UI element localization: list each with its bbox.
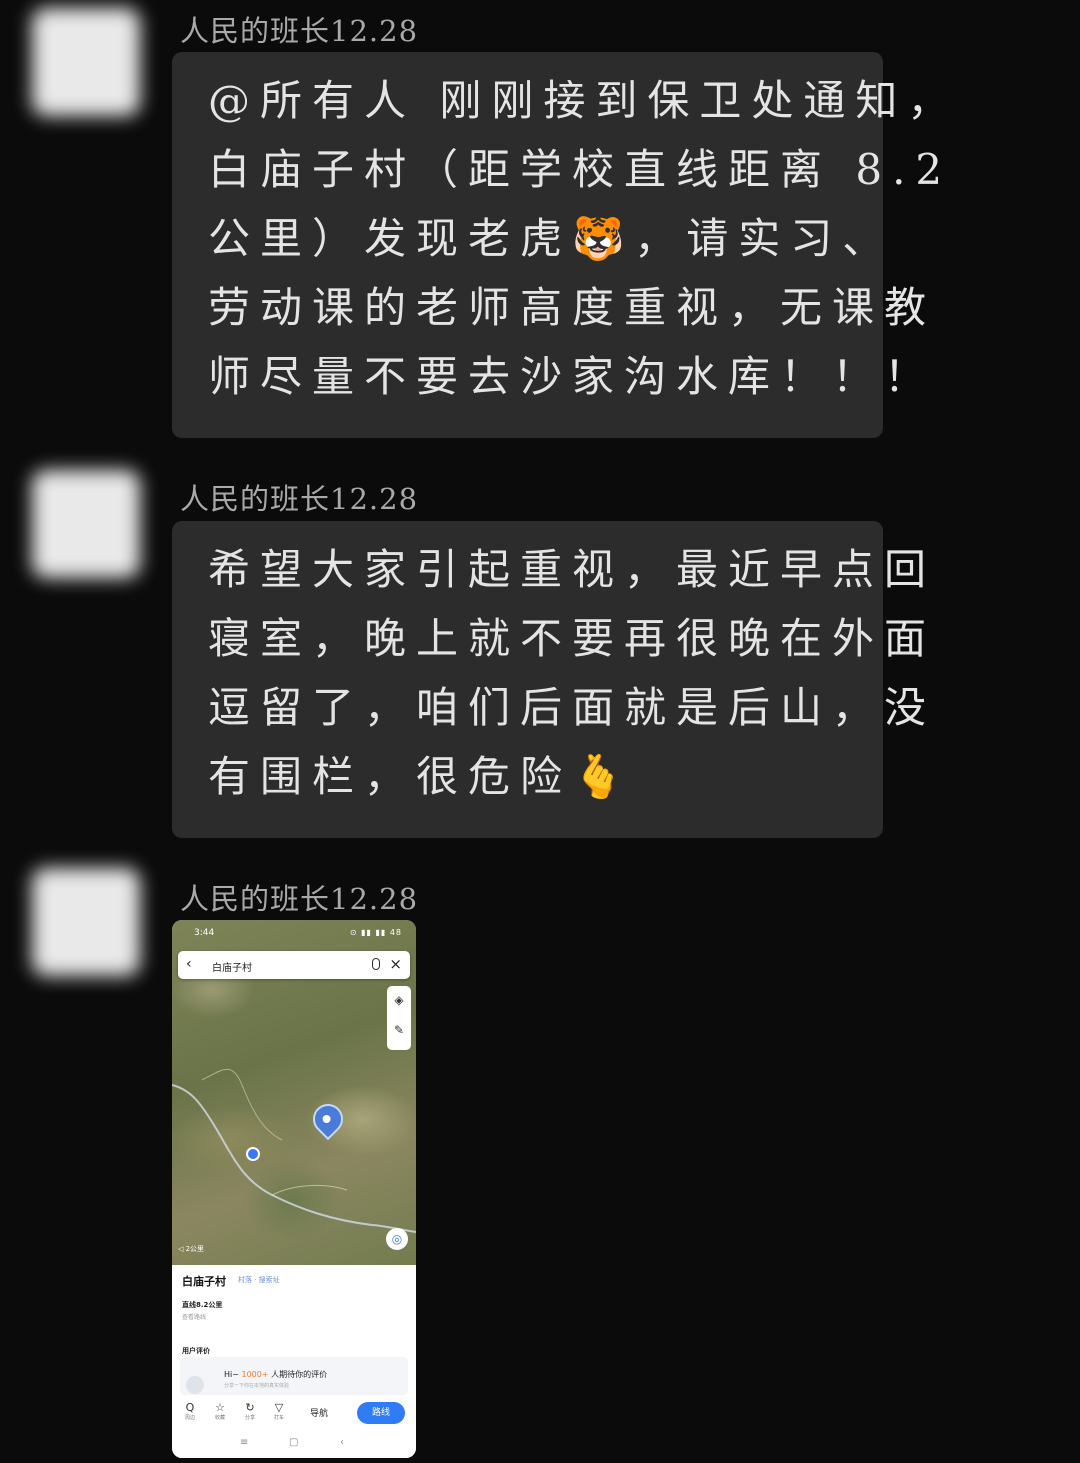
nearby-button[interactable]: Q 周边 xyxy=(178,1401,202,1421)
taxi-icon: ▽ xyxy=(274,1401,284,1414)
favorite-button[interactable]: ☆ 收藏 xyxy=(208,1401,232,1421)
share-icon: ↻ xyxy=(245,1401,255,1414)
star-icon: ☆ xyxy=(215,1401,225,1414)
message-line: 希望大家引起重视，最近早点回 xyxy=(208,545,937,594)
action-label: 周边 xyxy=(184,1415,195,1421)
message-line: 师尽量不要去沙家沟水库！！！ xyxy=(208,352,937,401)
place-tags: 村落 · 搜索址 xyxy=(238,1276,280,1284)
layers-icon[interactable]: ◈ xyxy=(387,986,411,1016)
taxi-button[interactable]: ▽ 打车 xyxy=(267,1401,291,1421)
system-nav-bar: ≡ ▢ ‹ xyxy=(172,1437,416,1453)
menu-icon[interactable]: ≡ xyxy=(240,1437,248,1448)
message-line: @所有人 刚刚接到保卫处通知， xyxy=(208,76,960,125)
back-icon[interactable]: ‹ xyxy=(340,1437,344,1448)
map-scale: ◁ 2公里 xyxy=(178,1245,205,1253)
sender-name: 人民的班长12.28 xyxy=(180,482,419,516)
action-label: 打车 xyxy=(273,1415,284,1421)
navigate-button[interactable]: 导航 xyxy=(310,1406,328,1419)
search-icon: Q xyxy=(185,1401,195,1414)
edit-icon[interactable]: ✎ xyxy=(387,1016,411,1046)
action-label: 分享 xyxy=(244,1415,255,1421)
review-prompt-count: 1000+ xyxy=(241,1370,269,1379)
place-info-panel: 白庙子村 村落 · 搜索址 直线8.2公里 查看路线 用户评价 Hi~ 1000… xyxy=(172,1265,416,1458)
sender-name: 人民的班长12.28 xyxy=(180,14,419,48)
place-distance: 直线8.2公里 xyxy=(182,1301,223,1309)
message-line: 劳动课的老师高度重视，无课教 xyxy=(208,283,937,332)
message-line: 白庙子村（距学校直线距离 8.2 xyxy=(208,145,953,194)
reviews-title: 用户评价 xyxy=(182,1347,210,1355)
satellite-map: 3:44 ⊙ ▮▮ ▮▮ 48 ‹ 白庙子村 × ◈ ✎ ◎ ◁ 2公里 xyxy=(172,920,416,1265)
locate-me-icon[interactable]: ◎ xyxy=(386,1228,408,1250)
sender-avatar[interactable] xyxy=(32,868,140,976)
close-icon[interactable]: × xyxy=(389,955,402,973)
action-label: 收藏 xyxy=(214,1415,225,1421)
map-search-bar[interactable]: ‹ 白庙子村 × xyxy=(178,951,410,979)
shared-map-screenshot[interactable]: 3:44 ⊙ ▮▮ ▮▮ 48 ‹ 白庙子村 × ◈ ✎ ◎ ◁ 2公里 白庙子… xyxy=(172,920,416,1458)
share-button[interactable]: ↻ 分享 xyxy=(238,1401,262,1421)
microphone-icon[interactable] xyxy=(372,958,380,970)
message-line: 寝室，晚上就不要再很晚在外面 xyxy=(208,614,937,663)
message-bubble[interactable]: 希望大家引起重视，最近早点回 寝室，晚上就不要再很晚在外面 逗留了，咱们后面就是… xyxy=(172,521,937,838)
message-line: 有围栏，很危险🫰 xyxy=(208,752,635,801)
sender-avatar[interactable] xyxy=(32,470,140,578)
message-line: 逗留了，咱们后面就是后山，没 xyxy=(208,683,937,732)
sender-avatar[interactable] xyxy=(32,8,140,116)
message-line: 公里）发现老虎🐯，请实习、 xyxy=(208,214,895,263)
home-icon[interactable]: ▢ xyxy=(289,1437,298,1448)
reviewer-avatar xyxy=(186,1376,204,1394)
phone-status-bar: 3:44 ⊙ ▮▮ ▮▮ 48 xyxy=(172,928,416,942)
review-prompt: Hi~ 1000+ 人期待你的评价 xyxy=(224,1369,327,1380)
map-tools: ◈ ✎ xyxy=(387,986,411,1050)
map-search-text: 白庙子村 xyxy=(212,963,252,974)
map-action-bar: Q 周边 ☆ 收藏 ↻ 分享 ▽ 打车 导航 路线 xyxy=(172,1397,416,1431)
sender-name: 人民的班长12.28 xyxy=(180,882,419,916)
status-time: 3:44 xyxy=(194,928,215,938)
review-prompt-subtext: 分享一下你在本地的真实体验 xyxy=(224,1383,290,1389)
current-location-dot xyxy=(246,1147,260,1161)
review-prompt-suffix: 人期待你的评价 xyxy=(268,1370,328,1379)
distance-subtext: 查看路线 xyxy=(182,1314,207,1321)
review-prompt-prefix: Hi~ xyxy=(224,1370,242,1379)
status-icons: ⊙ ▮▮ ▮▮ 48 xyxy=(349,928,402,937)
back-arrow-icon[interactable]: ‹ xyxy=(186,956,192,972)
message-bubble[interactable]: @所有人 刚刚接到保卫处通知， 白庙子村（距学校直线距离 8.2 公里）发现老虎… xyxy=(172,52,960,438)
place-name: 白庙子村 xyxy=(182,1275,226,1288)
route-button[interactable]: 路线 xyxy=(357,1402,405,1424)
